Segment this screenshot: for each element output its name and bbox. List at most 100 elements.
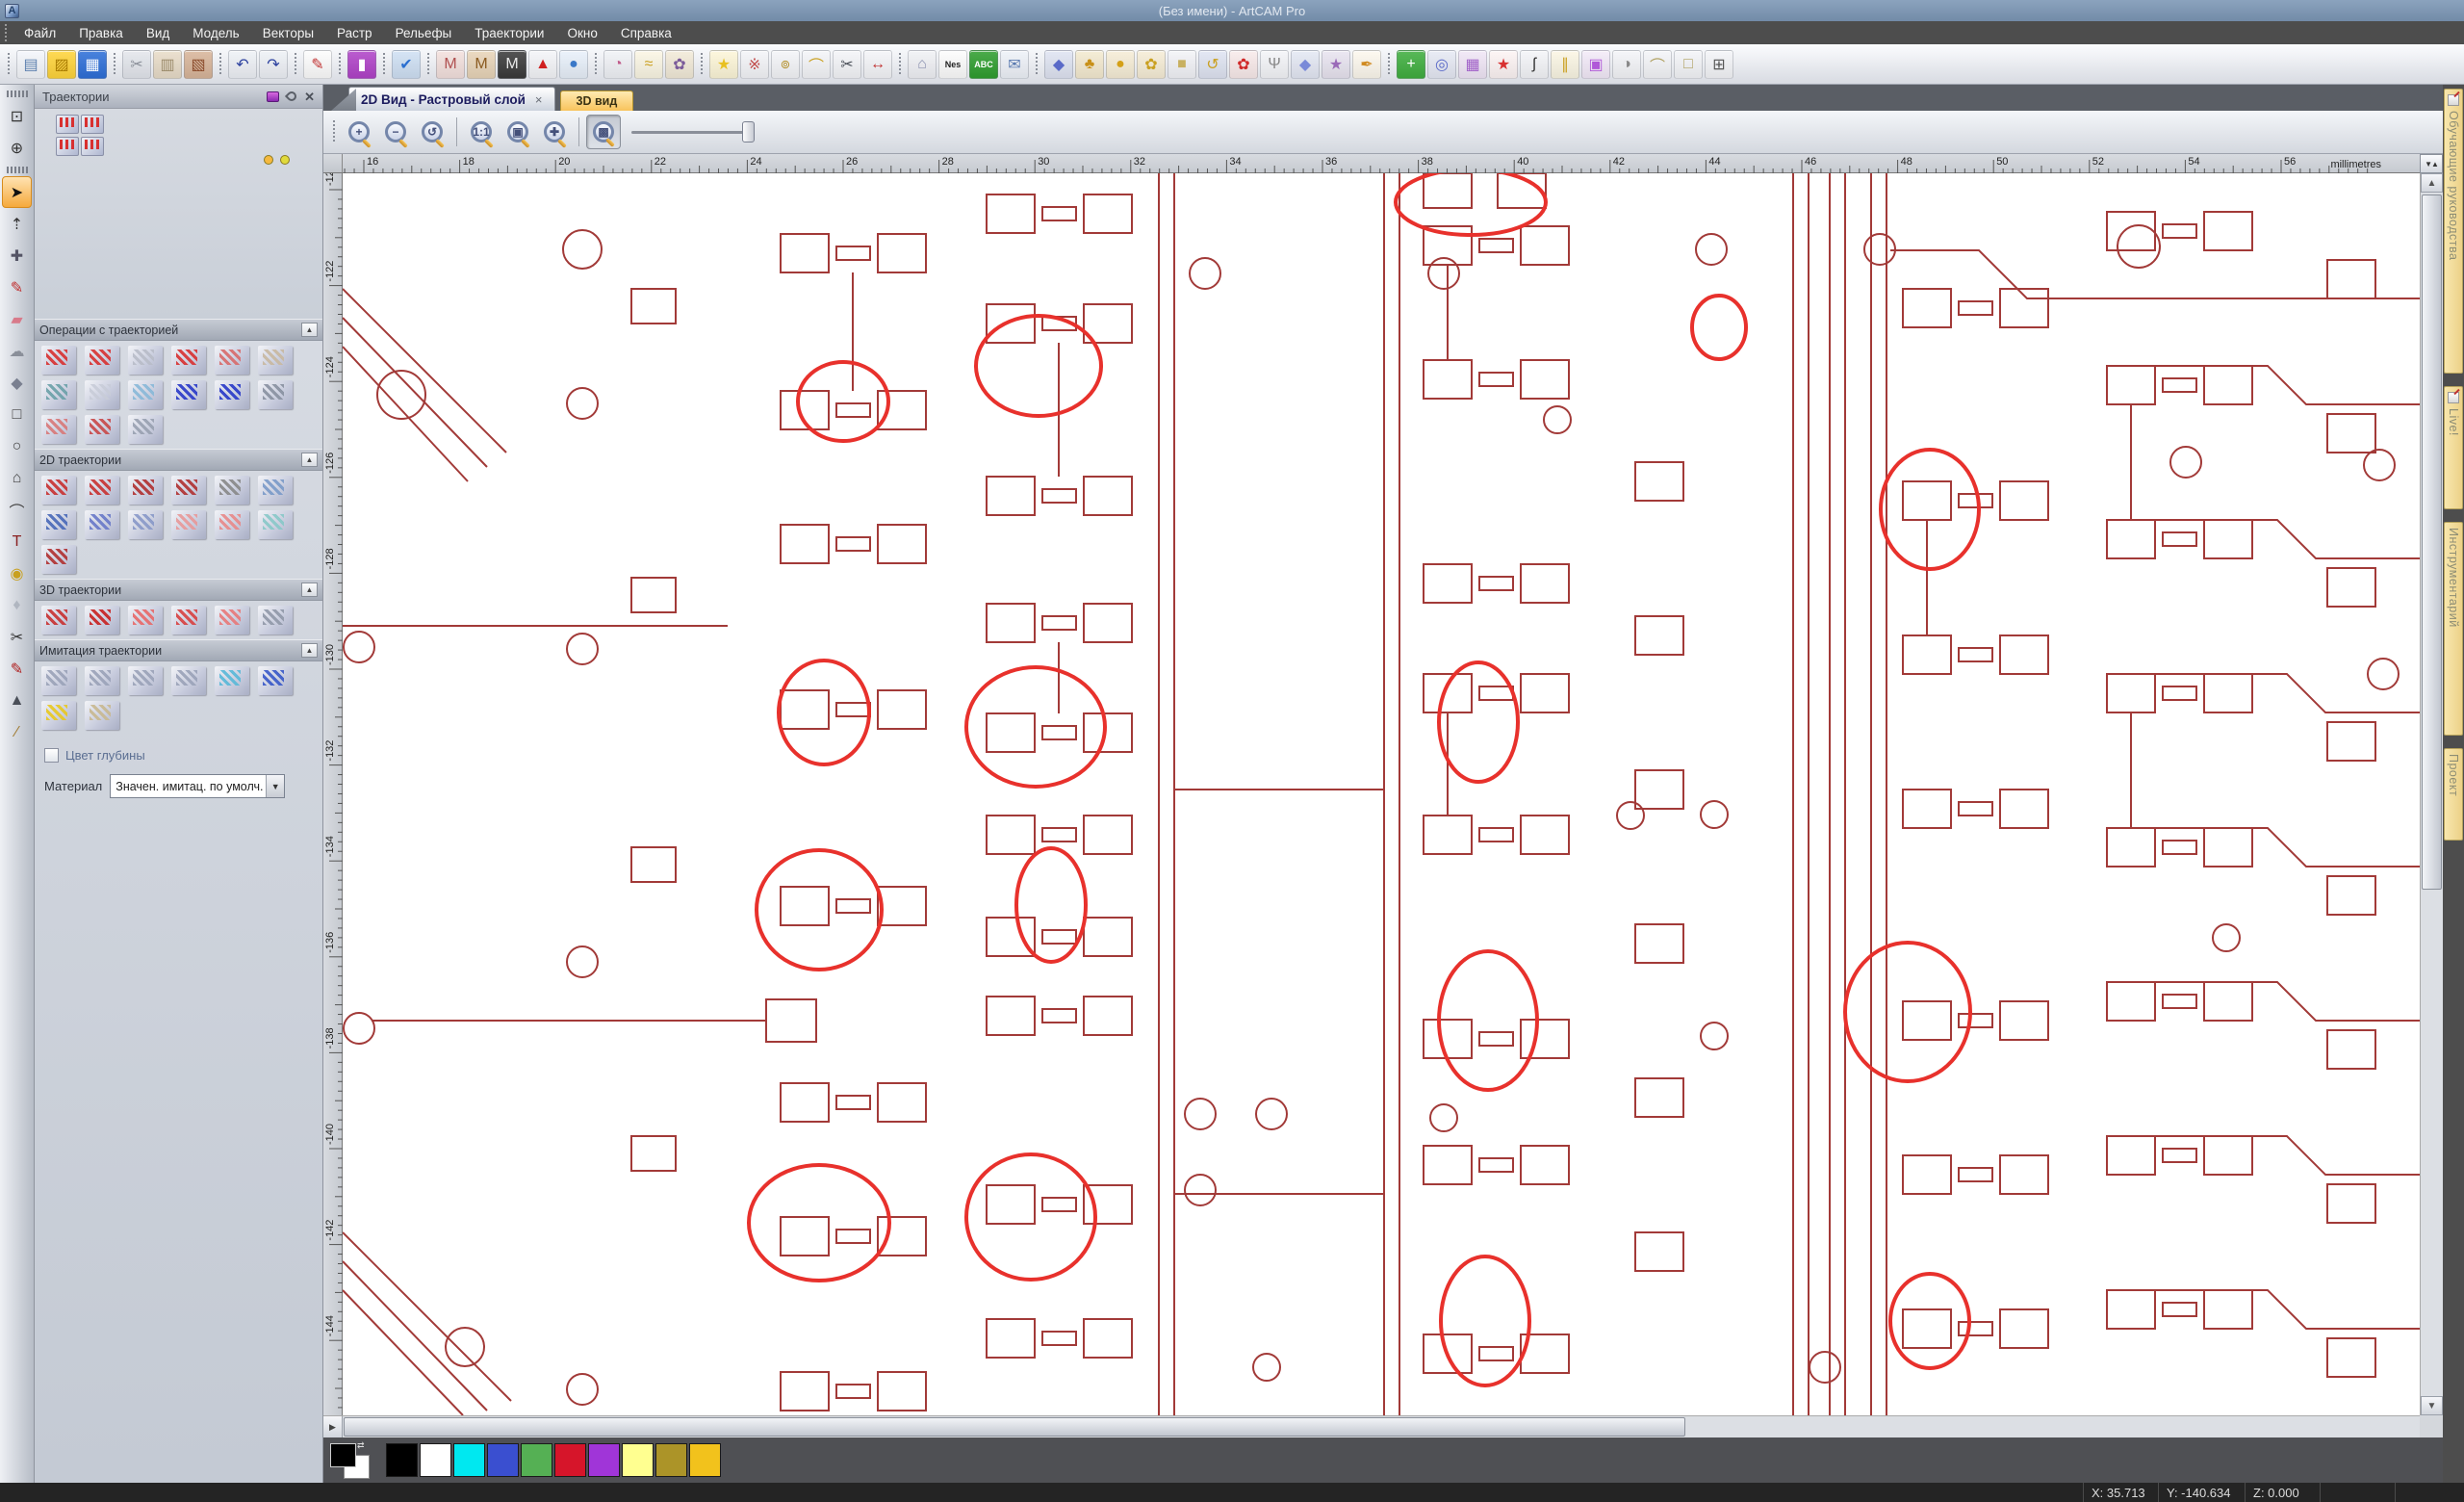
relief-smooth-icon[interactable]: ◆ (1291, 50, 1320, 79)
panel-close-icon[interactable]: ✕ (304, 91, 315, 103)
smudge-tool[interactable]: ☁ (2, 335, 32, 367)
horizontal-scroll-thumb[interactable] (344, 1417, 1685, 1437)
right-tab-проект[interactable]: Проект (2444, 748, 2463, 841)
menu-Траектории[interactable]: Траектории (463, 21, 555, 44)
menu-Правка[interactable]: Правка (67, 21, 135, 44)
palette-swatch-4[interactable] (521, 1443, 552, 1477)
globe-wireframe-icon[interactable]: ● (559, 50, 588, 79)
annotation-ellipse[interactable] (1016, 848, 1086, 962)
menu-Растр[interactable]: Растр (325, 21, 384, 44)
offset-frame-icon[interactable]: ⊞ (1705, 50, 1733, 79)
toolcol-grip[interactable] (7, 91, 28, 97)
drill-toolpath-icon[interactable] (258, 476, 293, 505)
vertical-scroll-thumb[interactable] (2422, 194, 2442, 890)
paint-palette-icon[interactable]: ✿ (665, 50, 694, 79)
inlay-wizard-icon[interactable] (41, 545, 76, 574)
simulation-notes-icon[interactable] (85, 701, 119, 730)
text-tool[interactable]: T (2, 526, 32, 557)
toolcol-grip[interactable] (7, 167, 28, 173)
simulate-toolpath-icon[interactable] (41, 666, 76, 695)
two-rail-icon[interactable]: ∥ (1551, 50, 1579, 79)
relief-weave-icon[interactable]: ▦ (1458, 50, 1487, 79)
annotation-ellipse[interactable] (1692, 296, 1746, 359)
menu-Окно[interactable]: Окно (555, 21, 608, 44)
toolbar-group-grip[interactable] (698, 52, 706, 77)
bridges-toolpath-icon[interactable] (215, 510, 249, 539)
toolpath-info-icon[interactable] (85, 346, 119, 375)
depth-color-checkbox[interactable] (44, 748, 59, 763)
load-simulation-icon[interactable] (41, 701, 76, 730)
arc-fade-icon[interactable]: ⌒ (1643, 50, 1672, 79)
toolbar-group-grip[interactable] (424, 52, 432, 77)
engrave-toolpath-icon[interactable] (215, 476, 249, 505)
undo-icon[interactable]: ↶ (228, 50, 257, 79)
palette-swatch-1[interactable] (420, 1443, 451, 1477)
zoom-out-button[interactable]: − (378, 115, 413, 149)
palette-swatch-3[interactable] (487, 1443, 519, 1477)
menubar-grip[interactable] (3, 24, 10, 41)
polyline-icon[interactable]: ≈ (634, 50, 663, 79)
sequence-numbers-icon[interactable] (171, 510, 206, 539)
toolpath-calc-icon[interactable] (171, 346, 206, 375)
save-icon[interactable]: ▦ (78, 50, 107, 79)
palette-swatch-6[interactable] (588, 1443, 620, 1477)
envelope-icon[interactable]: ✉ (1000, 50, 1029, 79)
collapse-section-icon[interactable]: ▲ (301, 583, 318, 597)
model-dark-bear-icon[interactable]: М (498, 50, 526, 79)
nesting-icon[interactable]: Nes (938, 50, 967, 79)
toolpath-preview-icon[interactable] (41, 415, 76, 444)
sphere-vector-icon[interactable]: ◔ (603, 50, 632, 79)
tab-3d-view[interactable]: 3D вид (560, 91, 634, 111)
define-block-icon[interactable] (171, 666, 206, 695)
relief-flower-icon[interactable]: ✿ (1229, 50, 1258, 79)
new-file-icon[interactable]: ▤ (16, 50, 45, 79)
rotary-axis-icon[interactable] (258, 380, 293, 409)
collapse-section-icon[interactable]: ▲ (301, 643, 318, 658)
zoom-one-to-one-button[interactable]: 1:1 (464, 115, 499, 149)
area-clear-toolpath-icon[interactable] (85, 476, 119, 505)
link-colors-icon[interactable]: ⇄ (357, 1440, 365, 1451)
relief-tree-icon[interactable]: ♣ (1075, 50, 1104, 79)
brush-tool[interactable]: ∕ (2, 716, 32, 748)
relief-stamp-icon[interactable]: ■ (1168, 50, 1196, 79)
multi-drill-icon[interactable] (258, 510, 293, 539)
zoom-slider[interactable] (631, 115, 755, 149)
zoom-extents-button[interactable]: ✚ (537, 115, 572, 149)
annotation-ellipse[interactable] (749, 1165, 889, 1281)
relief-turn-icon[interactable]: ↺ (1198, 50, 1227, 79)
relief-quill-icon[interactable]: ✒ (1352, 50, 1381, 79)
panel-help-book-icon[interactable] (267, 91, 279, 102)
profile-toolpath-icon[interactable] (41, 476, 76, 505)
point-array-icon[interactable]: ※ (740, 50, 769, 79)
zoom-slider-track[interactable] (631, 131, 745, 134)
erase-tool[interactable]: ▰ (2, 303, 32, 335)
toolpath-list[interactable] (35, 109, 322, 319)
model-new-bear-icon[interactable]: М (436, 50, 465, 79)
texture-toolpath-icon[interactable] (128, 510, 163, 539)
tab-2d-view[interactable]: 2D Вид - Растровый слой × (348, 87, 555, 111)
simulate-quick-icon[interactable] (85, 666, 119, 695)
scroll-up-icon[interactable]: ▲ (2421, 173, 2443, 193)
reference-book-icon[interactable]: ▮ (347, 50, 376, 79)
scroll-flick-icon[interactable]: ▶ (323, 1416, 343, 1437)
zoom-previous-button[interactable]: ↺ (415, 115, 449, 149)
toolbar-group-grip[interactable] (896, 52, 904, 77)
arc-tool[interactable]: ⌒ (2, 494, 32, 526)
material-dropdown[interactable]: Значен. имитац. по умолч. ▼ (110, 774, 285, 798)
polygon-tool[interactable]: ⌂ (2, 462, 32, 494)
notes-icon[interactable]: ✎ (303, 50, 332, 79)
toolpath-batch-calc-icon[interactable] (215, 346, 249, 375)
laser-relief-icon[interactable] (215, 606, 249, 634)
right-tab-инструментарий[interactable]: Инструментарий (2444, 522, 2463, 736)
annotation-ellipse[interactable] (976, 316, 1101, 416)
trim-vectors-icon[interactable]: ✂ (833, 50, 861, 79)
toolpath-template-icon[interactable] (171, 380, 206, 409)
machine-relief-icon[interactable] (41, 606, 76, 634)
inlay-toolpath-icon[interactable] (41, 510, 76, 539)
ruler-options-button[interactable]: ▼▲ (2420, 154, 2443, 173)
annotation-ellipse[interactable] (1439, 662, 1518, 782)
annotation-ellipse[interactable] (1441, 1256, 1529, 1385)
annotation-ellipse[interactable] (757, 850, 882, 970)
toolbar-group-grip[interactable] (5, 52, 13, 77)
save-simulation-icon[interactable] (258, 666, 293, 695)
